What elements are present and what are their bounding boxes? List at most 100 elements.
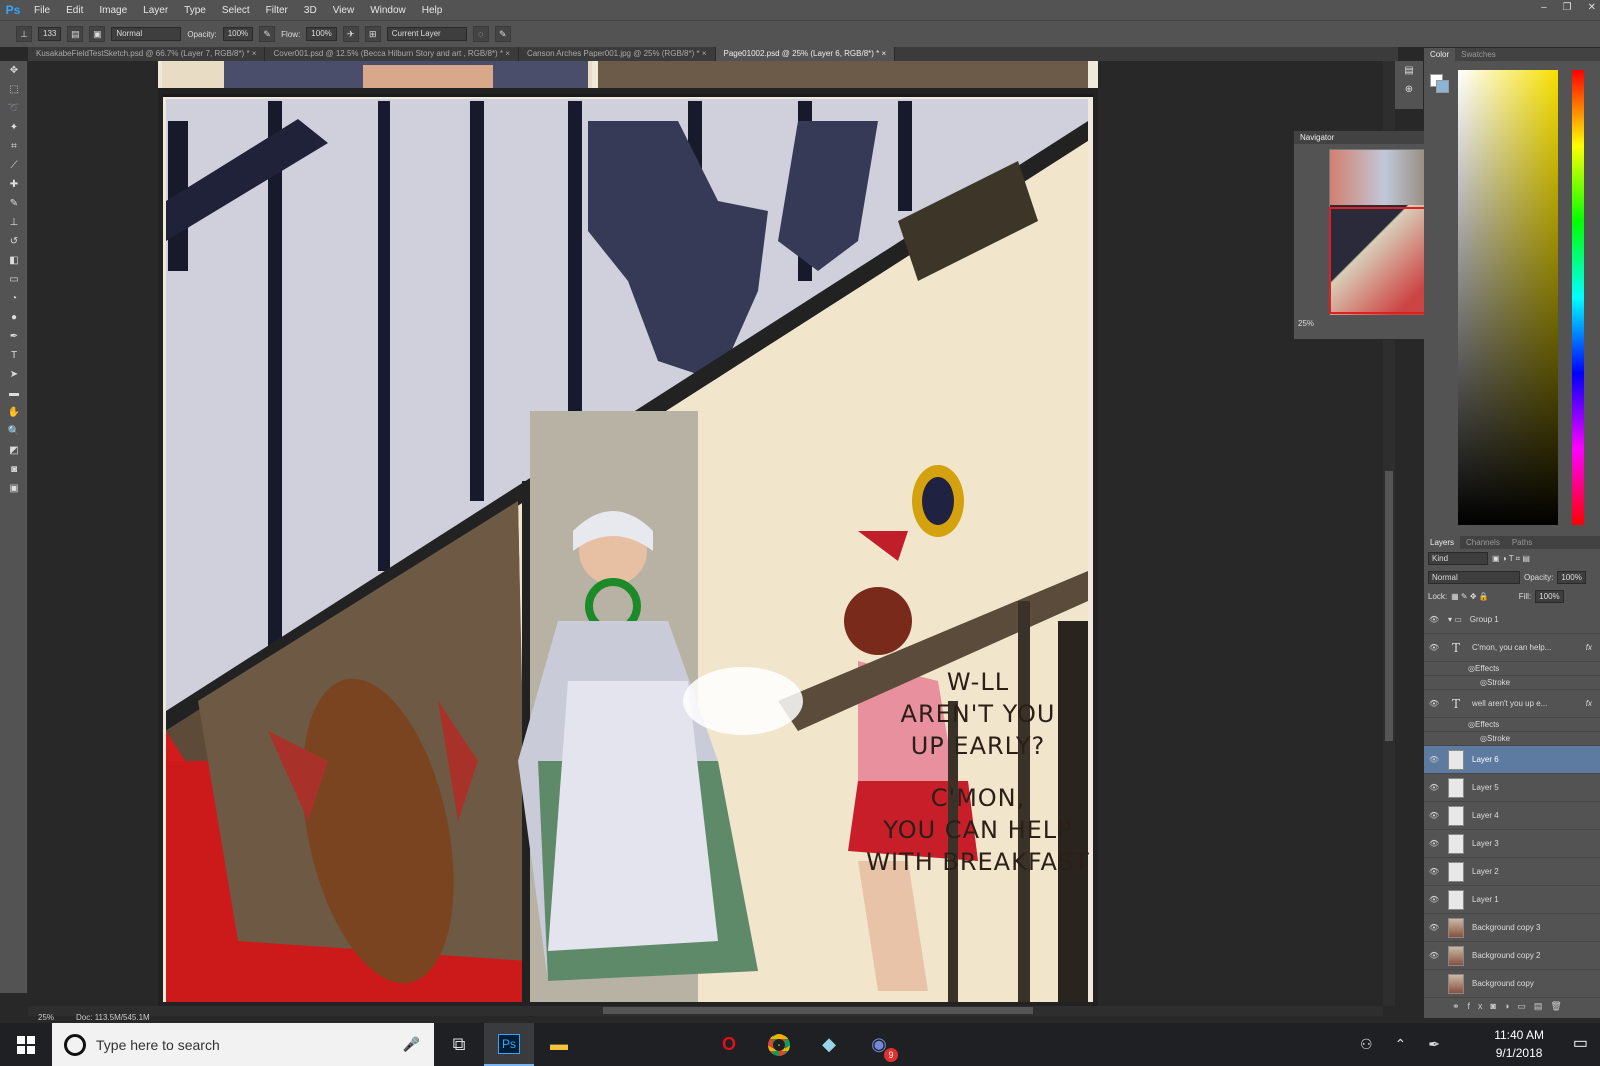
- layer-row[interactable]: 👁 Layer 4: [1424, 802, 1600, 830]
- clone-source-icon[interactable]: ▣: [89, 26, 106, 42]
- pressure-size-icon[interactable]: ✎: [494, 26, 511, 42]
- fx-icon[interactable]: fx: [1586, 643, 1592, 652]
- clone-stamp-icon[interactable]: ⊥: [0, 213, 28, 232]
- layer-row[interactable]: ◎ Stroke: [1424, 732, 1600, 746]
- layer-row[interactable]: Background copy: [1424, 970, 1600, 998]
- windows-start-button[interactable]: [0, 1023, 52, 1066]
- navigator-zoom[interactable]: 25%: [1298, 319, 1314, 328]
- pen-workspace-icon[interactable]: ✒: [1428, 1036, 1440, 1053]
- brush-size-picker[interactable]: 133: [38, 27, 62, 41]
- tray-chevron-icon[interactable]: ⌃: [1395, 1036, 1407, 1053]
- lock-icons[interactable]: ▦ ✎ ✥ 🔒: [1451, 592, 1489, 601]
- kind-filter-select[interactable]: Kind: [1428, 552, 1488, 565]
- visibility-eye-icon[interactable]: 👁: [1424, 951, 1444, 960]
- visibility-eye-icon[interactable]: 👁: [1424, 895, 1444, 904]
- visibility-eye-icon[interactable]: 👁: [1424, 867, 1444, 876]
- pen-tool-icon[interactable]: ✒: [0, 327, 28, 346]
- photoshop-taskbar-icon[interactable]: Ps: [484, 1023, 534, 1066]
- background-swatch[interactable]: [1436, 80, 1449, 93]
- visibility-eye-icon[interactable]: 👁: [1424, 643, 1444, 652]
- menu-window[interactable]: Window: [362, 5, 414, 16]
- opera-icon[interactable]: O: [704, 1023, 754, 1066]
- restore-button[interactable]: ❐: [1563, 2, 1572, 13]
- visibility-eye-icon[interactable]: 👁: [1424, 839, 1444, 848]
- pressure-opacity-icon[interactable]: ✎: [259, 26, 276, 42]
- layer-opacity-input[interactable]: 100%: [1557, 571, 1586, 584]
- layer-row[interactable]: ◎ Effects: [1424, 718, 1600, 732]
- layer-row[interactable]: 👁 T C'mon, you can help... fx: [1424, 634, 1600, 662]
- sample-select[interactable]: Current Layer: [386, 27, 467, 41]
- move-tool-icon[interactable]: ✥: [0, 61, 28, 80]
- flow-input[interactable]: 100%: [306, 27, 337, 41]
- color-swatch-icon[interactable]: ◩: [0, 441, 28, 460]
- close-icon[interactable]: ×: [882, 49, 887, 58]
- close-icon[interactable]: ×: [505, 49, 510, 58]
- healing-brush-icon[interactable]: ✚: [0, 175, 28, 194]
- microphone-icon[interactable]: 🎤: [403, 1036, 420, 1053]
- menu-image[interactable]: Image: [91, 5, 135, 16]
- history-brush-icon[interactable]: ↺: [0, 232, 28, 251]
- visibility-eye-icon[interactable]: 👁: [1424, 755, 1444, 764]
- tab-layers[interactable]: Layers: [1424, 536, 1461, 549]
- airbrush-icon[interactable]: ✈: [342, 26, 359, 42]
- brush-tool-icon[interactable]: ✎: [0, 194, 28, 213]
- crop-tool-icon[interactable]: ⌗: [0, 137, 28, 156]
- visibility-eye-icon[interactable]: 👁: [1424, 923, 1444, 932]
- chrome-icon[interactable]: [754, 1023, 804, 1066]
- opacity-input[interactable]: 100%: [222, 27, 254, 41]
- task-view-icon[interactable]: ⧉: [434, 1023, 484, 1066]
- stamp-tool-icon[interactable]: ⊥: [16, 26, 32, 42]
- layer-row[interactable]: 👁 Twell aren't you up e... fx: [1424, 690, 1600, 718]
- file-explorer-icon[interactable]: ▬: [534, 1023, 584, 1066]
- tab-cover[interactable]: Cover001.psd @ 12.5% (Becca Hilburn Stor…: [265, 47, 519, 61]
- gradient-tool-icon[interactable]: ▭: [0, 270, 28, 289]
- menu-view[interactable]: View: [325, 5, 363, 16]
- visibility-eye-icon[interactable]: 👁: [1424, 783, 1444, 792]
- menu-type[interactable]: Type: [176, 5, 214, 16]
- minimize-button[interactable]: –: [1541, 2, 1547, 13]
- history-panel-icon[interactable]: ▤: [1395, 61, 1423, 80]
- menu-help[interactable]: Help: [414, 5, 451, 16]
- marquee-tool-icon[interactable]: ⬚: [0, 80, 28, 99]
- visibility-eye-icon[interactable]: 👁: [1424, 615, 1444, 624]
- layer-actions-bar[interactable]: ⚭fx◙◑▭▤🗑: [1452, 1001, 1570, 1012]
- tab-swatches[interactable]: Swatches: [1455, 48, 1502, 61]
- layer-row[interactable]: 👁 Layer 6: [1424, 746, 1600, 774]
- layer-row[interactable]: 👁 Layer 3: [1424, 830, 1600, 858]
- brush-panel-icon[interactable]: ▤: [67, 26, 84, 42]
- blur-tool-icon[interactable]: ◔: [0, 289, 28, 308]
- mode-select[interactable]: Normal: [111, 27, 182, 41]
- tab-paths[interactable]: Paths: [1506, 536, 1538, 549]
- clone-source-panel-icon[interactable]: ⊕: [1395, 80, 1423, 99]
- color-field[interactable]: [1458, 70, 1558, 525]
- canvas-area[interactable]: W-LL AREN'T YOU UP EARLY? C'MON, YOU CAN…: [28, 61, 1383, 1006]
- tab-color[interactable]: Color: [1424, 48, 1456, 61]
- app-icon[interactable]: ◆: [804, 1023, 854, 1066]
- comic-page-artwork[interactable]: W-LL AREN'T YOU UP EARLY? C'MON, YOU CAN…: [158, 61, 1098, 1006]
- layer-row[interactable]: ◎ Effects: [1424, 662, 1600, 676]
- taskbar-search-box[interactable]: Type here to search 🎤: [52, 1023, 434, 1066]
- ignore-adjustment-icon[interactable]: ◌: [472, 26, 489, 42]
- effect-eye-icon[interactable]: ◎: [1468, 664, 1475, 673]
- fill-input[interactable]: 100%: [1535, 590, 1564, 603]
- quick-mask-icon[interactable]: ◙: [0, 460, 28, 479]
- effect-eye-icon[interactable]: ◎: [1480, 734, 1487, 743]
- layer-row[interactable]: ◎ Stroke: [1424, 676, 1600, 690]
- taskbar-clock[interactable]: 11:40 AM 9/1/2018: [1494, 1026, 1544, 1062]
- people-icon[interactable]: ⚇: [1360, 1036, 1373, 1053]
- folder-icon[interactable]: ▾ ▭: [1448, 615, 1462, 624]
- hue-slider[interactable]: [1572, 70, 1584, 525]
- menu-layer[interactable]: Layer: [135, 5, 176, 16]
- discord-icon[interactable]: ◉ 9: [854, 1023, 904, 1066]
- layer-row[interactable]: 👁 Layer 5: [1424, 774, 1600, 802]
- visibility-eye-icon[interactable]: 👁: [1424, 811, 1444, 820]
- layer-row[interactable]: 👁 Background copy 2: [1424, 942, 1600, 970]
- layer-row[interactable]: 👁 Layer 2: [1424, 858, 1600, 886]
- screen-mode-icon[interactable]: ▣: [0, 479, 28, 498]
- tab-kusakabe[interactable]: KusakabeFieldTestSketch.psd @ 66.7% (Lay…: [28, 47, 266, 61]
- menu-edit[interactable]: Edit: [58, 5, 91, 16]
- fx-icon[interactable]: fx: [1586, 699, 1592, 708]
- hand-tool-icon[interactable]: ✋: [0, 403, 28, 422]
- shape-tool-icon[interactable]: ▬: [0, 384, 28, 403]
- layer-row[interactable]: 👁 Background copy 3: [1424, 914, 1600, 942]
